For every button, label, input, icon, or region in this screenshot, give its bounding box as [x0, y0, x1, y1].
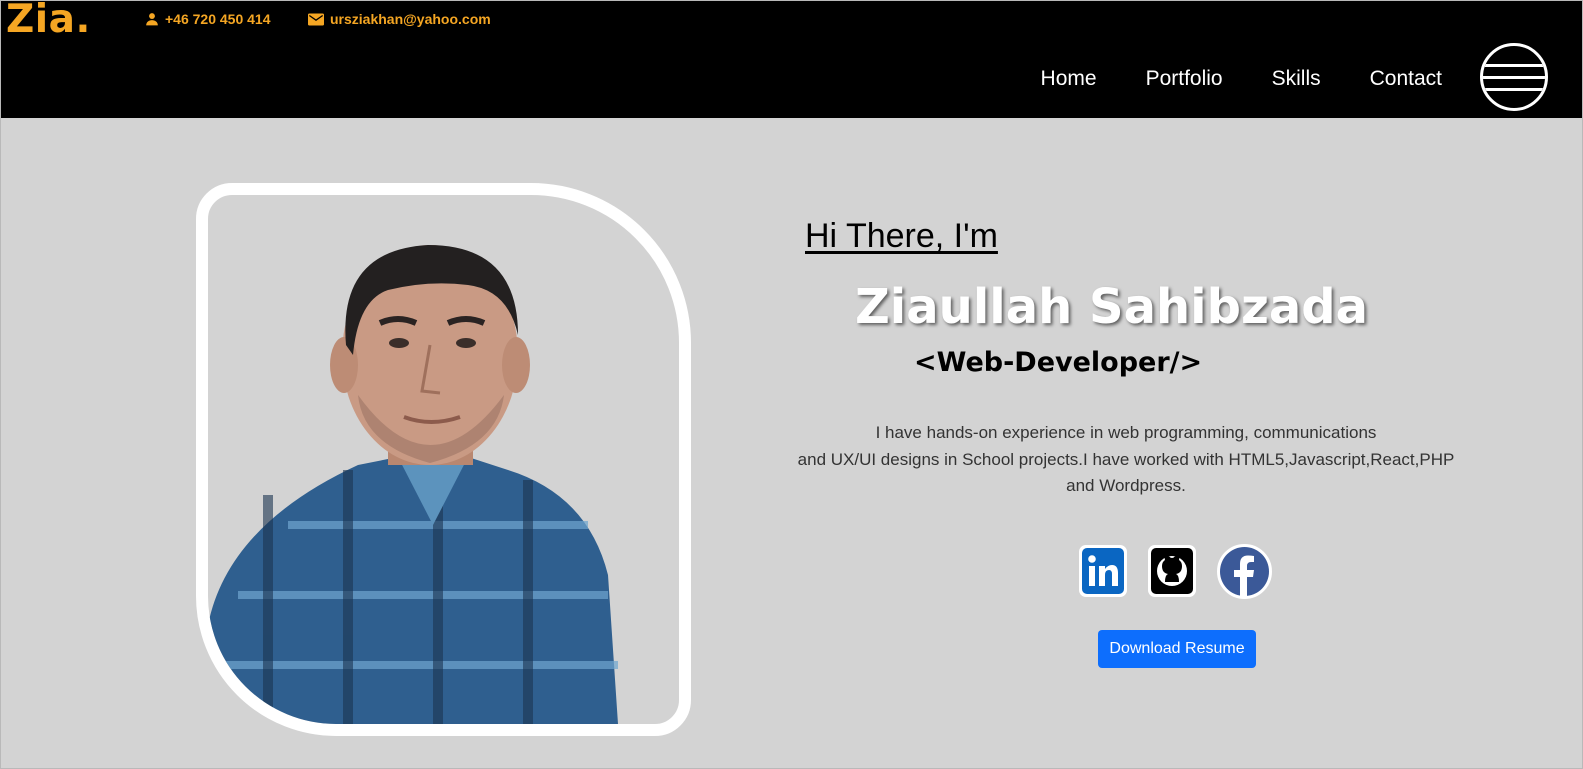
job-title: <Web-Developer/>	[914, 347, 1203, 378]
profile-photo	[208, 245, 618, 724]
main-nav: Home Portfolio Skills Contact	[992, 67, 1442, 91]
contact-email: ursziakhan@yahoo.com	[308, 11, 491, 27]
download-resume-button[interactable]: Download Resume	[1098, 630, 1256, 668]
person-icon	[146, 13, 158, 26]
menu-bar	[1483, 76, 1545, 79]
github-icon	[1151, 548, 1193, 594]
email-address: ursziakhan@yahoo.com	[330, 11, 491, 27]
profile-photo-frame	[196, 183, 691, 736]
menu-bar	[1483, 88, 1545, 91]
greeting-text: Hi There, I'm	[805, 217, 998, 255]
menu-bar	[1483, 64, 1545, 67]
linkedin-icon	[1082, 548, 1124, 594]
site-logo[interactable]: Zia.	[6, 1, 91, 42]
bio-paragraph: I have hands-on experience in web progra…	[761, 420, 1491, 500]
bio-line: I have hands-on experience in web progra…	[875, 423, 1377, 442]
nav-portfolio[interactable]: Portfolio	[1146, 67, 1223, 91]
bio-line: and UX/UI designs in School projects.I h…	[797, 449, 1455, 469]
nav-contact[interactable]: Contact	[1370, 67, 1442, 91]
menu-toggle-button[interactable]	[1480, 43, 1548, 111]
facebook-icon	[1220, 547, 1269, 596]
phone-number: +46 720 450 414	[165, 11, 271, 27]
person-name: Ziaullah Sahibzada	[855, 279, 1369, 335]
top-header: Zia. +46 720 450 414 ursziakhan@yahoo.co…	[1, 1, 1582, 118]
page: Zia. +46 720 450 414 ursziakhan@yahoo.co…	[0, 0, 1583, 769]
contact-phone: +46 720 450 414	[145, 11, 271, 27]
github-link[interactable]	[1148, 545, 1196, 597]
mail-icon	[308, 13, 324, 25]
social-links	[1079, 544, 1293, 599]
nav-skills[interactable]: Skills	[1272, 67, 1321, 91]
linkedin-link[interactable]	[1079, 545, 1127, 597]
bio-line: and Wordpress.	[1066, 476, 1186, 495]
facebook-link[interactable]	[1217, 544, 1272, 599]
nav-home[interactable]: Home	[1041, 67, 1097, 91]
